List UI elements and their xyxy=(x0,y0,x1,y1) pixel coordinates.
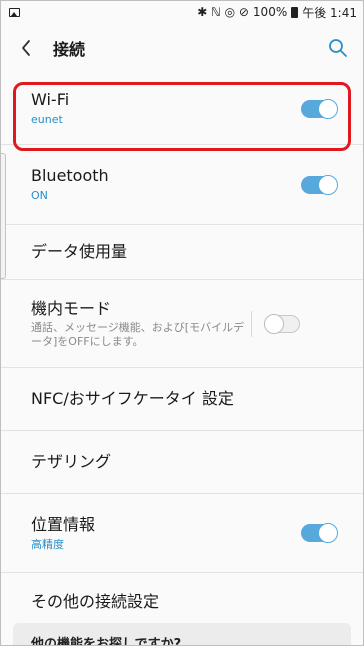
chevron-left-icon xyxy=(22,40,30,56)
nfc-text: NFC/おサイフケータイ 設定 xyxy=(31,389,337,409)
page-title: 接続 xyxy=(53,40,86,59)
status-icons: ✱ ℕ ◎ ⊘ xyxy=(197,5,249,19)
data-usage-text: データ使用量 xyxy=(31,242,337,262)
settings-screen: ✱ ℕ ◎ ⊘ 100% 午後 1:41 接続 Wi-Fi eunet Blue… xyxy=(0,0,364,646)
location-row[interactable]: 位置情報 高精度 xyxy=(1,494,363,573)
tethering-title: テザリング xyxy=(31,452,112,471)
more-connection-settings-title: その他の接続設定 xyxy=(31,592,160,611)
nfc-row[interactable]: NFC/おサイフケータイ 設定 xyxy=(1,368,363,431)
status-bar: ✱ ℕ ◎ ⊘ 100% 午後 1:41 xyxy=(1,1,363,23)
airplane-mode-text: 機内モード 通話、メッセージ機能、および[モバイルデータ]をOFFにします。 xyxy=(31,299,251,349)
location-title: 位置情報 xyxy=(31,514,96,534)
edge-panel-handle[interactable] xyxy=(1,153,6,279)
clock: 午後 1:41 xyxy=(302,5,357,20)
wifi-text: Wi-Fi eunet xyxy=(31,90,301,127)
battery-percent: 100% xyxy=(252,5,288,19)
bluetooth-title: Bluetooth xyxy=(31,166,109,185)
location-mode: 高精度 xyxy=(31,537,64,551)
wifi-row[interactable]: Wi-Fi eunet xyxy=(1,73,363,145)
wifi-network-name: eunet xyxy=(31,113,63,126)
search-button[interactable] xyxy=(325,35,351,61)
airplane-mode-description: 通話、メッセージ機能、および[モバイルデータ]をOFFにします。 xyxy=(31,320,245,348)
bluetooth-toggle[interactable] xyxy=(301,174,338,195)
back-button[interactable] xyxy=(13,35,39,61)
location-text: 位置情報 高精度 xyxy=(31,515,301,552)
wifi-title: Wi-Fi xyxy=(31,90,70,109)
row-divider xyxy=(251,310,252,337)
suggestion-card-title: 他の機能をお探しですか? xyxy=(31,637,182,646)
nfc-title: NFC/おサイフケータイ 設定 xyxy=(31,389,234,408)
settings-list: Wi-Fi eunet Bluetooth ON データ使用量 機内モード 通話… xyxy=(1,73,363,631)
data-usage-title: データ使用量 xyxy=(31,242,128,261)
status-left xyxy=(9,7,20,17)
more-connection-settings-text: その他の接続設定 xyxy=(31,592,337,612)
location-toggle[interactable] xyxy=(301,523,338,543)
tethering-text: テザリング xyxy=(31,452,337,472)
airplane-mode-row[interactable]: 機内モード 通話、メッセージ機能、および[モバイルデータ]をOFFにします。 xyxy=(1,280,363,368)
search-icon xyxy=(329,39,347,57)
suggestion-card[interactable]: 他の機能をお探しですか? xyxy=(13,623,351,646)
airplane-mode-title: 機内モード xyxy=(31,298,112,318)
wifi-toggle[interactable] xyxy=(301,98,338,119)
data-usage-row[interactable]: データ使用量 xyxy=(1,225,363,280)
bluetooth-status: ON xyxy=(31,189,48,202)
bluetooth-text: Bluetooth ON xyxy=(31,166,301,203)
airplane-mode-toggle[interactable] xyxy=(264,313,300,334)
image-notification-icon xyxy=(9,7,20,17)
battery-icon xyxy=(291,6,299,18)
bluetooth-row[interactable]: Bluetooth ON xyxy=(1,145,363,225)
status-right: ✱ ℕ ◎ ⊘ 100% 午後 1:41 xyxy=(197,4,357,21)
app-header: 接続 xyxy=(1,23,363,73)
tethering-row[interactable]: テザリング xyxy=(1,431,363,494)
